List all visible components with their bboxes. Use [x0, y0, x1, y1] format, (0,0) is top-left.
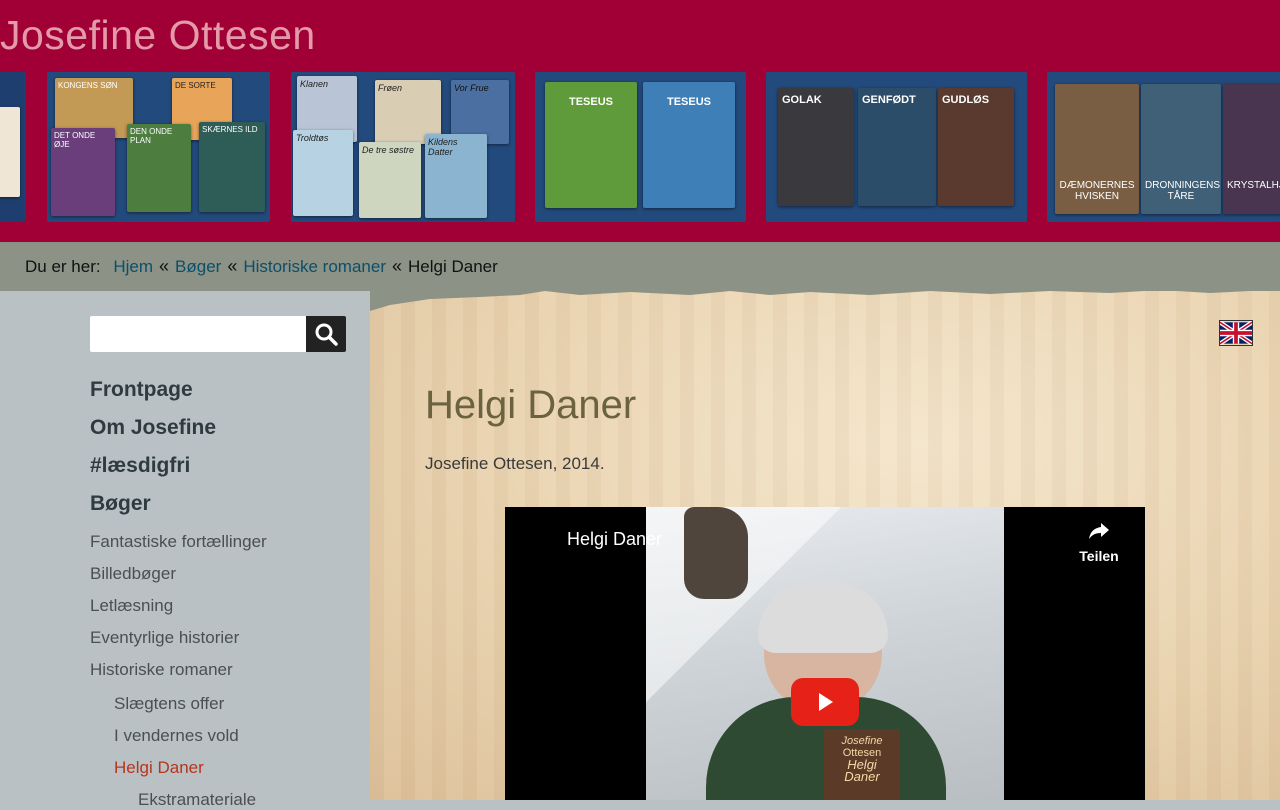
nav-item-i-vendernes-vold[interactable]: I vendernes vold	[114, 726, 239, 746]
book-cover: Teseus	[643, 82, 735, 208]
book-cover: Skærnes Ild	[199, 122, 265, 212]
byline: Josefine Ottesen, 2014.	[425, 454, 605, 473]
nav-item-letlaesning[interactable]: Letlæsning	[90, 596, 173, 616]
nav-item-fantastiske-fortaellinger[interactable]: Fantastiske fortællinger	[90, 532, 267, 552]
nav-item-billedboger[interactable]: Billedbøger	[90, 564, 176, 584]
page-title: Helgi Daner	[425, 383, 637, 427]
banner-book-group-4: Golak Genfødt Gudløs	[766, 72, 1027, 222]
book-cover: Den Onde Plan	[127, 124, 191, 212]
main-content: Helgi Daner Josefine Ottesen, 2014. Jose…	[370, 283, 1280, 800]
breadcrumb-separator: «	[227, 256, 238, 276]
site-header: Josefine Ottesen Kongens Søn De Sorte De…	[0, 0, 1280, 242]
video-frame: Josefine Ottesen Helgi Daner	[646, 507, 1004, 800]
banner-book-group-0	[0, 72, 26, 222]
nav-item-helgi-daner[interactable]: Helgi Daner	[114, 758, 204, 778]
nav-item-slaegtens-offer[interactable]: Slægtens offer	[114, 694, 224, 714]
site-title[interactable]: Josefine Ottesen	[0, 12, 316, 59]
nav-item-om-josefine[interactable]: Om Josefine	[90, 416, 216, 440]
torn-paper-edge	[370, 283, 1280, 319]
banner-book-group-5: Dæmonernes Hvisken Dronningens Tåre Krys…	[1047, 72, 1280, 222]
nav-item-eventyrlige-historier[interactable]: Eventyrlige historier	[90, 628, 239, 648]
search-icon	[315, 323, 338, 346]
share-label: Teilen	[1079, 548, 1119, 564]
book-cover: Golak	[778, 88, 854, 206]
breadcrumb-historical-link[interactable]: Historiske romaner	[243, 257, 386, 276]
book-cover: Kildens Datter	[425, 134, 487, 218]
share-icon	[1089, 523, 1109, 539]
book-cover: Det Onde Øje	[51, 128, 115, 216]
video-book: Josefine Ottesen Helgi Daner	[824, 729, 900, 800]
banner-book-group-2: Klanen Frøen Vor Frue Troldtøs De tre sø…	[291, 72, 515, 222]
share-button[interactable]: Teilen	[1073, 519, 1125, 564]
book-cover: De tre søstre	[359, 142, 421, 218]
nav-item-historiske-romaner[interactable]: Historiske romaner	[90, 660, 233, 680]
nav-item-boger[interactable]: Bøger	[90, 492, 151, 516]
book-cover: Teseus	[545, 82, 637, 208]
search-button[interactable]	[306, 316, 346, 352]
breadcrumb-separator: «	[391, 256, 402, 276]
book-cover: Genfødt	[858, 88, 936, 206]
search-input[interactable]	[90, 316, 306, 352]
breadcrumb-current: Helgi Daner	[408, 257, 498, 276]
uk-flag-icon[interactable]	[1218, 320, 1254, 346]
nav-item-frontpage[interactable]: Frontpage	[90, 378, 193, 402]
video-player[interactable]: Josefine Ottesen Helgi Daner Helgi Daner…	[505, 507, 1145, 800]
book-cover: Gudløs	[938, 88, 1014, 206]
breadcrumb-home-link[interactable]: Hjem	[113, 257, 153, 276]
nav-item-laesdigfri[interactable]: #læsdigfri	[90, 454, 190, 478]
video-bird	[684, 507, 748, 599]
book-cover	[0, 107, 20, 197]
breadcrumb-label: Du er her:	[25, 257, 101, 276]
video-title[interactable]: Helgi Daner	[567, 529, 662, 550]
book-cover: Krystalhjertet	[1223, 84, 1280, 214]
play-button[interactable]	[791, 678, 859, 726]
nav-item-ekstramateriale[interactable]: Ekstramateriale	[138, 790, 256, 810]
book-cover: Dronningens Tåre	[1141, 84, 1221, 214]
breadcrumb-separator: «	[159, 256, 170, 276]
sidebar: Frontpage Om Josefine #læsdigfri Bøger F…	[0, 291, 370, 809]
book-cover: Dæmonernes Hvisken	[1055, 84, 1139, 214]
banner-book-group-3: Teseus Teseus	[535, 72, 746, 222]
breadcrumb-books-link[interactable]: Bøger	[175, 257, 221, 276]
banner-book-group-1: Kongens Søn De Sorte Det Onde Øje Den On…	[47, 72, 270, 222]
play-icon	[819, 693, 833, 711]
book-cover: Troldtøs	[293, 130, 353, 216]
